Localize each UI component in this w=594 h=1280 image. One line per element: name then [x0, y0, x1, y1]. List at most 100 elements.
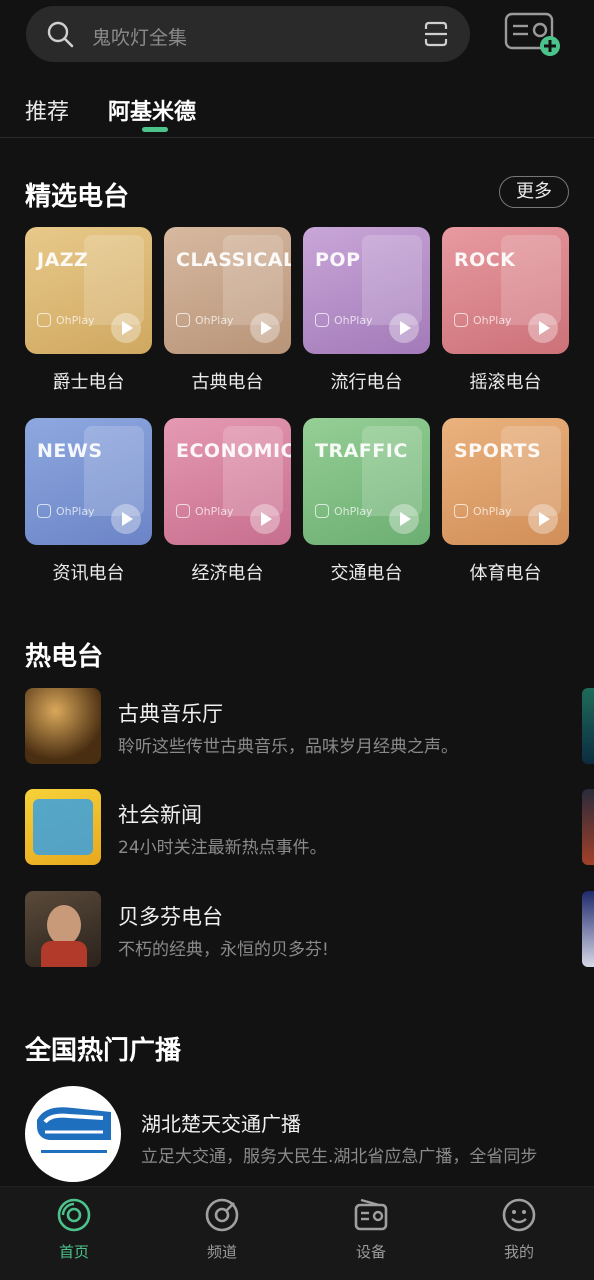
hot-station-desc: 不朽的经典，永恒的贝多芬!: [118, 940, 329, 960]
play-icon[interactable]: [528, 313, 558, 343]
ohplay-logo-icon: [176, 313, 190, 327]
station-logo: [25, 1086, 121, 1182]
station-tile: NEWS OhPlay: [25, 418, 152, 545]
national-station-desc: 立足大交通，服务大民生.湖北省应急广播，全省同步: [141, 1147, 538, 1167]
channel-disc-icon: [205, 1198, 239, 1232]
station-tile: JAZZ OhPlay: [25, 227, 152, 354]
search-icon: [47, 21, 74, 48]
home-disc-icon: [57, 1198, 91, 1232]
brand-text: OhPlay: [473, 504, 512, 518]
play-icon[interactable]: [250, 313, 280, 343]
ohplay-brand: OhPlay: [454, 504, 512, 518]
station-genre: ECONOMICS: [176, 440, 291, 462]
active-tab-indicator: [142, 127, 168, 132]
station-label: 流行电台: [330, 372, 403, 393]
featured-station-grid: JAZZ OhPlay 爵士电台 CLASSICAL OhPlay 古典电台 POP OhPl…: [25, 227, 569, 587]
hubei-traffic-logo-icon: [37, 1107, 111, 1164]
tab-recommend[interactable]: 推荐: [25, 94, 69, 126]
brand-text: OhPlay: [334, 313, 373, 327]
hot-station-item[interactable]: 古典音乐厅 聆听这些传世古典音乐，品味岁月经典之声。: [25, 688, 585, 764]
ohplay-brand: OhPlay: [176, 313, 234, 327]
station-card[interactable]: POP OhPlay 流行电台: [303, 227, 430, 394]
station-label: 摇滚电台: [469, 372, 542, 393]
play-icon[interactable]: [389, 313, 419, 343]
play-icon[interactable]: [250, 504, 280, 534]
hot-station-desc: 聆听这些传世古典音乐，品味岁月经典之声。: [118, 737, 458, 757]
carousel-peek: [582, 789, 594, 865]
play-icon[interactable]: [111, 313, 141, 343]
play-icon[interactable]: [389, 504, 419, 534]
nav-device[interactable]: 设备: [321, 1197, 421, 1267]
station-tile: ECONOMICS OhPlay: [164, 418, 291, 545]
station-tile: TRAFFIC OhPlay: [303, 418, 430, 545]
top-tabs: 推荐 阿基米德: [0, 80, 594, 138]
smiley-icon: [502, 1198, 536, 1232]
ohplay-logo-icon: [454, 313, 468, 327]
tab-archimedes[interactable]: 阿基米德: [108, 94, 196, 126]
ohplay-brand: OhPlay: [315, 504, 373, 518]
search-bar[interactable]: 鬼吹灯全集: [26, 6, 470, 62]
featured-section-title: 精选电台: [25, 182, 130, 212]
station-card[interactable]: NEWS OhPlay 资讯电台: [25, 418, 152, 585]
brand-text: OhPlay: [473, 313, 512, 327]
ohplay-brand: OhPlay: [454, 313, 512, 327]
ohplay-logo-icon: [37, 504, 51, 518]
nav-label: 我的: [503, 1243, 534, 1261]
scan-icon[interactable]: [422, 20, 450, 48]
ohplay-logo-icon: [454, 504, 468, 518]
hot-station-item[interactable]: 社会新闻 24小时关注最新热点事件。: [25, 789, 585, 865]
station-card[interactable]: ROCK OhPlay 摇滚电台: [442, 227, 569, 394]
nav-mine[interactable]: 我的: [469, 1197, 569, 1267]
station-label: 爵士电台: [52, 372, 125, 393]
station-card[interactable]: TRAFFIC OhPlay 交通电台: [303, 418, 430, 585]
nav-home[interactable]: 首页: [24, 1197, 124, 1267]
search-placeholder: 鬼吹灯全集: [92, 27, 188, 49]
station-genre: CLASSICAL: [176, 249, 291, 271]
nav-label: 频道: [206, 1243, 237, 1261]
ohplay-brand: OhPlay: [37, 504, 95, 518]
station-genre: JAZZ: [37, 249, 89, 271]
nav-channel[interactable]: 频道: [172, 1197, 272, 1267]
hot-station-name: 社会新闻: [118, 803, 202, 827]
more-button[interactable]: 更多: [499, 176, 569, 208]
nav-label: 首页: [58, 1243, 89, 1261]
station-genre: SPORTS: [454, 440, 542, 462]
play-icon[interactable]: [111, 504, 141, 534]
add-device-icon[interactable]: [502, 10, 564, 60]
station-label: 古典电台: [191, 372, 264, 393]
brand-text: OhPlay: [56, 313, 95, 327]
ohplay-logo-icon: [315, 313, 329, 327]
station-tile: POP OhPlay: [303, 227, 430, 354]
station-genre: TRAFFIC: [315, 440, 408, 462]
hot-station-name: 古典音乐厅: [118, 702, 223, 726]
station-genre: ROCK: [454, 249, 516, 271]
hot-station-item[interactable]: 贝多芬电台 不朽的经典，永恒的贝多芬!: [25, 891, 585, 967]
station-label: 交通电台: [330, 563, 403, 584]
station-label: 体育电台: [469, 563, 542, 584]
station-card[interactable]: ECONOMICS OhPlay 经济电台: [164, 418, 291, 585]
ohplay-brand: OhPlay: [315, 313, 373, 327]
national-station-name: 湖北楚天交通广播: [141, 1112, 301, 1136]
radio-device-icon: [354, 1198, 388, 1231]
national-station-item[interactable]: 湖北楚天交通广播 立足大交通，服务大民生.湖北省应急广播，全省同步: [25, 1086, 585, 1182]
play-icon[interactable]: [528, 504, 558, 534]
hot-station-thumbnail: [25, 789, 101, 865]
brand-text: OhPlay: [56, 504, 95, 518]
station-card[interactable]: SPORTS OhPlay 体育电台: [442, 418, 569, 585]
station-tile: CLASSICAL OhPlay: [164, 227, 291, 354]
tile-decoration: [84, 235, 144, 325]
national-section-title: 全国热门广播: [25, 1036, 182, 1066]
ohplay-logo-icon: [37, 313, 51, 327]
carousel-peek: [582, 891, 594, 967]
ohplay-logo-icon: [315, 504, 329, 518]
station-genre: NEWS: [37, 440, 103, 462]
station-label: 资讯电台: [52, 563, 125, 584]
nav-label: 设备: [355, 1243, 386, 1261]
station-genre: POP: [315, 249, 361, 271]
station-card[interactable]: CLASSICAL OhPlay 古典电台: [164, 227, 291, 394]
hot-station-name: 贝多芬电台: [118, 905, 223, 929]
station-label: 经济电台: [191, 563, 264, 584]
station-card[interactable]: JAZZ OhPlay 爵士电台: [25, 227, 152, 394]
brand-text: OhPlay: [195, 504, 234, 518]
station-tile: SPORTS OhPlay: [442, 418, 569, 545]
